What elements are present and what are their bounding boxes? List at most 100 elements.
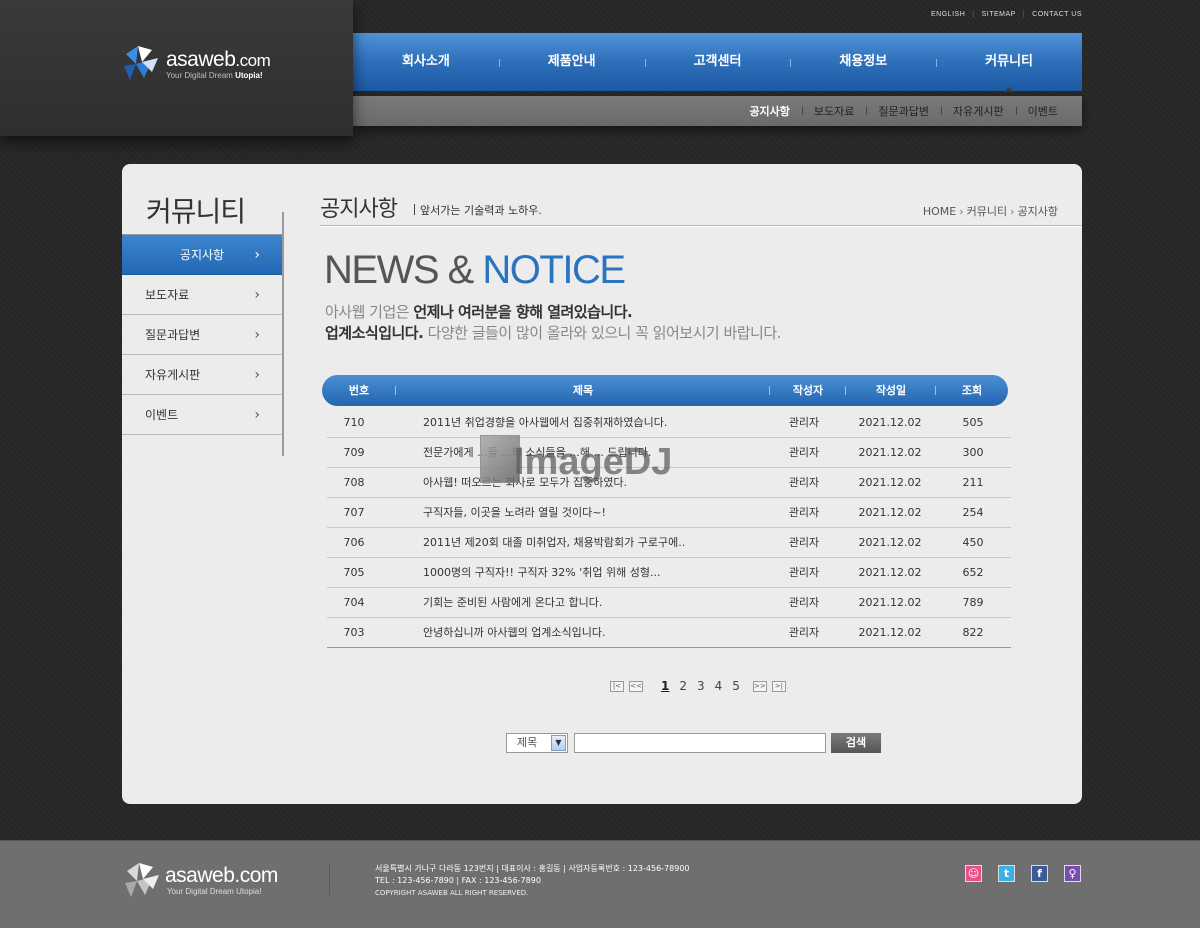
cell-author: 관리자 — [788, 596, 820, 609]
footer-logo[interactable]: asaweb.com Your Digital Dream Utopia! — [123, 861, 298, 903]
intro-line-1: 아사웹 기업은 언제나 여러분을 향해 열려있습니다. — [325, 303, 633, 321]
pagination: |< << 1 2 3 4 5 >> >| — [610, 679, 791, 693]
logo-tagline: Your Digital Dream Utopia! — [166, 71, 263, 80]
search-input[interactable] — [574, 733, 826, 753]
cell-author: 관리자 — [788, 476, 820, 489]
cell-date: 2021.12.02 — [858, 476, 922, 489]
nav-item-community[interactable]: 커뮤니티 — [936, 33, 1082, 92]
subnav-item-board[interactable]: 자유게시판 — [941, 103, 1016, 119]
page-link-4[interactable]: 4 — [715, 679, 723, 693]
sidebar-item-label: 공지사항 — [179, 248, 225, 262]
table-row[interactable]: 707 구직자들, 이곳을 노려라 열릴 것이다~! 관리자 2021.12.02 25… — [327, 498, 1011, 528]
footer-address: 서울특별시 가나구 다라동 123번지 | 대표이사 : 홍길동 | 사업자등록… — [375, 864, 690, 873]
table-row[interactable]: 710 2011년 취업경향을 아사웹에서 집중취재하였습니다. 관리자 2021.1… — [327, 408, 1011, 438]
footer-info: 서울특별시 가나구 다라동 123번지 | 대표이사 : 홍길동 | 사업자등록… — [375, 863, 690, 899]
breadcrumb-separator-icon: › — [959, 205, 964, 218]
breadcrumb-community[interactable]: 커뮤니티 — [967, 205, 1007, 218]
search-button[interactable]: 검색 — [831, 733, 881, 753]
cell-views: 450 — [962, 536, 984, 549]
subnav-item-notice[interactable]: 공지사항 — [737, 103, 801, 119]
cell-date: 2021.12.02 — [858, 446, 922, 459]
cell-date: 2021.12.02 — [858, 506, 922, 519]
sidebar-item-label: 질문과답변 — [145, 328, 201, 342]
cell-title[interactable]: 2011년 제20회 대졸 미취업자, 채용박람회가 구로구에.. — [423, 528, 763, 558]
sidebar-item-label: 이벤트 — [145, 408, 179, 422]
sidebar-item-label: 자유게시판 — [145, 368, 201, 382]
sidebar-title: 커뮤니티 — [146, 195, 246, 228]
cell-author: 관리자 — [788, 536, 820, 549]
asaweb-logo-icon — [125, 863, 159, 897]
cell-number: 709 — [343, 446, 365, 459]
cell-number: 705 — [343, 566, 365, 579]
page-link-2[interactable]: 2 — [679, 679, 687, 693]
sidebar-divider — [282, 212, 284, 456]
column-header-views: 조회 — [961, 384, 983, 397]
nav-item-recruit[interactable]: 채용정보 — [790, 33, 936, 91]
cell-number: 704 — [343, 596, 365, 609]
facebook-icon[interactable]: f — [1031, 865, 1048, 882]
next-page-button[interactable]: >> — [752, 680, 767, 692]
search-field-select[interactable]: 제목 ▼ — [506, 733, 568, 753]
asaweb-logo-icon — [124, 46, 158, 80]
page-link-3[interactable]: 3 — [697, 679, 705, 693]
footer-logo-text: asaweb.com — [165, 864, 278, 887]
page-link-1[interactable]: 1 — [661, 679, 669, 693]
column-header-author: 작성자 — [792, 384, 824, 397]
breadcrumb-home[interactable]: HOME — [923, 205, 956, 218]
chevron-down-icon: ▼ — [551, 735, 566, 751]
util-link-contact[interactable]: CONTACT US — [1032, 11, 1082, 18]
table-row[interactable]: 704 기회는 준비된 사람에게 온다고 합니다. 관리자 2021.12.02 789 — [327, 588, 1011, 618]
sidebar-item-qna[interactable]: 질문과답변 › — [122, 315, 282, 355]
intro-line-2: 업계소식입니다. 다양한 글들이 많이 올라와 있으니 꼭 읽어보시기 바랍니다… — [325, 324, 781, 342]
nav-item-company[interactable]: 회사소개 — [353, 33, 499, 91]
cell-number: 708 — [343, 476, 365, 489]
cell-title[interactable]: 1000명의 구직자!! 구직자 32% '취업 위해 성형... — [423, 558, 763, 588]
social-links: ☺ t f ♀ — [965, 865, 1081, 882]
cell-date: 2021.12.02 — [858, 626, 922, 639]
sidebar-item-event[interactable]: 이벤트 › — [122, 395, 282, 435]
watermark-text: ImageDJ — [514, 441, 673, 483]
util-link-sitemap[interactable]: SITEMAP — [982, 11, 1016, 18]
util-separator: | — [1022, 11, 1026, 18]
cell-date: 2021.12.02 — [858, 536, 922, 549]
cell-date: 2021.12.02 — [858, 596, 922, 609]
cell-author: 관리자 — [788, 446, 820, 459]
nav-item-products[interactable]: 제품안내 — [498, 33, 645, 91]
subnav-item-qna[interactable]: 질문과답변 — [866, 103, 941, 119]
nav-item-support[interactable]: 고객센터 — [644, 33, 791, 91]
last-page-button[interactable]: >| — [771, 680, 786, 692]
cell-number: 703 — [343, 626, 365, 639]
twitter-icon[interactable]: t — [998, 865, 1015, 882]
sidebar-item-label: 보도자료 — [145, 288, 190, 302]
cell-title[interactable]: 기회는 준비된 사람에게 온다고 합니다. — [423, 588, 763, 618]
sidebar-menu: 공지사항 › 보도자료 › 질문과답변 › 자유게시판 › 이벤트 › — [122, 234, 282, 435]
first-page-button[interactable]: |< — [610, 680, 624, 692]
cell-views: 789 — [962, 596, 984, 609]
sidebar-item-notice[interactable]: 공지사항 › — [122, 235, 282, 275]
subnav-item-event[interactable]: 이벤트 — [1015, 103, 1070, 119]
cyworld-icon[interactable]: ☺ — [965, 865, 982, 882]
chevron-right-icon: › — [254, 367, 260, 383]
table-row[interactable]: 705 1000명의 구직자!! 구직자 32% '취업 위해 성형... 관리자 2… — [327, 558, 1011, 588]
cell-title[interactable]: 2011년 취업경향을 아사웹에서 집중취재하였습니다. — [423, 408, 763, 438]
table-row[interactable]: 703 안녕하십니까 아사웹의 업계소식입니다. 관리자 2021.12.02 822 — [327, 618, 1011, 648]
breadcrumb-current: 공지사항 — [1017, 205, 1058, 218]
cell-views: 505 — [962, 416, 984, 429]
prev-page-button[interactable]: << — [629, 680, 643, 692]
subnav-item-press[interactable]: 보도자료 — [801, 103, 866, 119]
search-bar: 제목 ▼ 검색 — [506, 733, 881, 753]
page-title: 공지사항 — [320, 197, 398, 222]
sidebar-item-press[interactable]: 보도자료 › — [122, 275, 282, 315]
page-link-5[interactable]: 5 — [732, 679, 740, 693]
cell-title[interactable]: 구직자들, 이곳을 노려라 열릴 것이다~! — [423, 498, 763, 528]
cell-date: 2021.12.02 — [858, 416, 922, 429]
hero-heading: NEWS & NOTICE — [324, 248, 626, 292]
sidebar-item-board[interactable]: 자유게시판 › — [122, 355, 282, 395]
util-link-english[interactable]: ENGLISH — [931, 11, 965, 18]
table-row[interactable]: 706 2011년 제20회 대졸 미취업자, 채용박람회가 구로구에.. 관리자 2… — [327, 528, 1011, 558]
breadcrumb: HOME › 커뮤니티 › 공지사항 — [923, 203, 1058, 219]
cell-title[interactable]: 안녕하십니까 아사웹의 업계소식입니다. — [423, 618, 763, 648]
site-logo[interactable]: asaweb.com Your Digital Dream Utopia! — [122, 44, 292, 84]
me2day-icon[interactable]: ♀ — [1064, 865, 1081, 882]
cell-number: 707 — [343, 506, 365, 519]
